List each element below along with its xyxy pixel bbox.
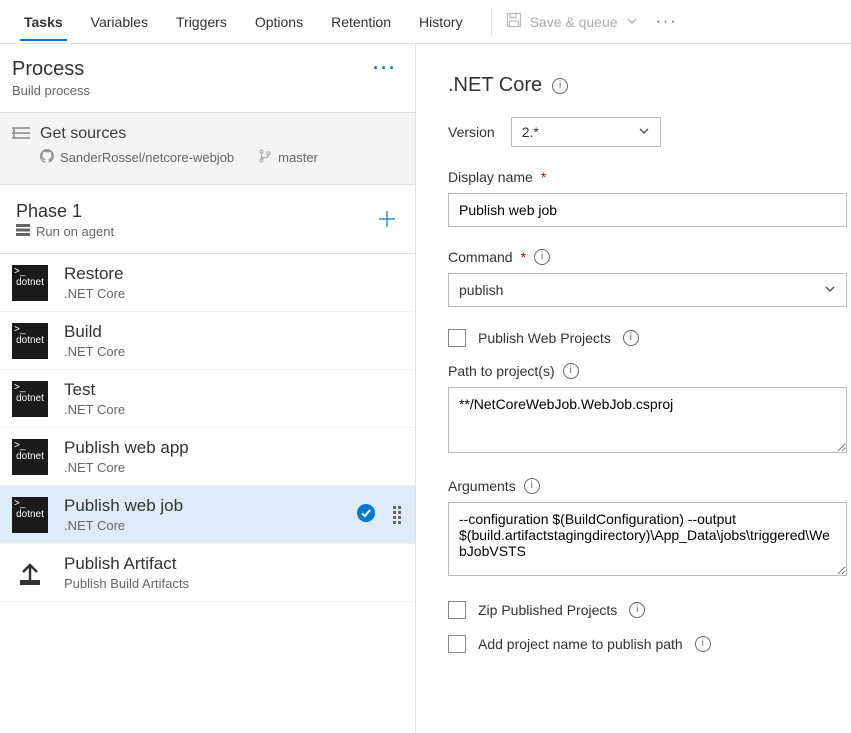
task-subtitle: .NET Core — [64, 518, 183, 533]
tab-history[interactable]: History — [405, 4, 477, 40]
info-icon[interactable]: i — [695, 636, 711, 652]
save-and-queue-button[interactable]: Save & queue — [506, 12, 638, 31]
phase-title: Phase 1 — [16, 201, 114, 222]
dotnet-icon: >_dotnet — [12, 439, 48, 475]
phase-subtitle: Run on agent — [36, 224, 114, 239]
display-name-input[interactable] — [448, 193, 847, 227]
required-marker: * — [541, 169, 546, 185]
info-icon[interactable]: i — [629, 602, 645, 618]
left-panel: Process Build process ··· Get sources Sa… — [0, 44, 416, 733]
task-name: Publish Artifact — [64, 554, 189, 574]
get-sources-section[interactable]: Get sources SanderRossel/netcore-webjob … — [0, 113, 415, 185]
tab-options[interactable]: Options — [241, 4, 317, 40]
divider — [491, 8, 492, 36]
add-project-name-label: Add project name to publish path — [478, 636, 683, 652]
task-subtitle: .NET Core — [64, 460, 189, 475]
chevron-down-icon — [626, 14, 638, 30]
info-icon[interactable]: i — [524, 478, 540, 494]
task-name: Publish web app — [64, 438, 189, 458]
version-label: Version — [448, 124, 495, 140]
process-title: Process — [12, 58, 90, 81]
save-queue-label: Save & queue — [530, 14, 618, 30]
task-name: Test — [64, 380, 125, 400]
tab-variables[interactable]: Variables — [77, 4, 162, 40]
info-icon[interactable]: i — [552, 78, 568, 94]
task-name: Restore — [64, 264, 125, 284]
info-icon[interactable]: i — [534, 249, 550, 265]
command-value: publish — [459, 282, 503, 298]
sources-branch: master — [278, 150, 318, 165]
publish-web-projects-checkbox[interactable] — [448, 329, 466, 347]
arguments-label: Arguments — [448, 478, 516, 494]
github-icon — [40, 149, 54, 166]
agent-icon — [16, 224, 30, 239]
arguments-input[interactable] — [448, 502, 847, 576]
zip-published-checkbox[interactable] — [448, 601, 466, 619]
task-item-publish-web-job[interactable]: >_dotnet Publish web job .NET Core — [0, 486, 415, 544]
version-value: 2.* — [522, 124, 539, 140]
task-name: Build — [64, 322, 125, 342]
task-subtitle: .NET Core — [64, 402, 125, 417]
chevron-down-icon — [824, 282, 836, 298]
version-select[interactable]: 2.* — [511, 117, 661, 147]
required-marker: * — [521, 249, 526, 265]
info-icon[interactable]: i — [563, 363, 579, 379]
add-task-button[interactable] — [377, 209, 397, 232]
display-name-label: Display name — [448, 169, 533, 185]
add-project-name-checkbox[interactable] — [448, 635, 466, 653]
details-title: .NET Core — [448, 74, 542, 97]
top-tab-bar: Tasks Variables Triggers Options Retenti… — [0, 0, 851, 44]
phase-header[interactable]: Phase 1 Run on agent — [0, 185, 415, 254]
command-select[interactable]: publish — [448, 273, 847, 307]
branch-icon — [258, 149, 272, 166]
publish-web-projects-label: Publish Web Projects — [478, 330, 611, 346]
task-item-publish-web-app[interactable]: >_dotnet Publish web app .NET Core — [0, 428, 415, 486]
tab-retention[interactable]: Retention — [317, 4, 405, 40]
get-sources-title: Get sources — [40, 125, 126, 143]
dotnet-icon: >_dotnet — [12, 323, 48, 359]
task-details-panel: .NET Core i Version 2.* Display name * C… — [416, 44, 851, 733]
task-subtitle: .NET Core — [64, 286, 125, 301]
process-more-button[interactable]: ··· — [373, 58, 397, 79]
task-subtitle: Publish Build Artifacts — [64, 576, 189, 591]
command-label: Command — [448, 249, 513, 265]
info-icon[interactable]: i — [623, 330, 639, 346]
sources-repo: SanderRossel/netcore-webjob — [60, 150, 234, 165]
tab-triggers[interactable]: Triggers — [162, 4, 241, 40]
process-header[interactable]: Process Build process ··· — [0, 44, 415, 113]
task-item-build[interactable]: >_dotnet Build .NET Core — [0, 312, 415, 370]
task-list: >_dotnet Restore .NET Core >_dotnet Build .NE… — [0, 254, 415, 733]
save-icon — [506, 12, 522, 31]
dotnet-icon: >_dotnet — [12, 497, 48, 533]
task-enabled-icon — [357, 504, 375, 525]
task-subtitle: .NET Core — [64, 344, 125, 359]
dotnet-icon: >_dotnet — [12, 381, 48, 417]
chevron-down-icon — [638, 124, 650, 140]
task-item-test[interactable]: >_dotnet Test .NET Core — [0, 370, 415, 428]
dotnet-icon: >_dotnet — [12, 265, 48, 301]
path-label: Path to project(s) — [448, 363, 555, 379]
process-subtitle: Build process — [12, 83, 90, 98]
publish-artifact-icon — [12, 555, 48, 591]
more-actions-button[interactable]: ··· — [656, 13, 678, 31]
task-item-restore[interactable]: >_dotnet Restore .NET Core — [0, 254, 415, 312]
task-name: Publish web job — [64, 496, 183, 516]
task-item-publish-artifact[interactable]: Publish Artifact Publish Build Artifacts — [0, 544, 415, 602]
path-to-projects-input[interactable] — [448, 387, 847, 453]
tab-tasks[interactable]: Tasks — [10, 4, 77, 40]
zip-published-label: Zip Published Projects — [478, 602, 617, 618]
drag-handle-icon[interactable] — [393, 506, 401, 524]
sources-icon — [12, 126, 30, 143]
